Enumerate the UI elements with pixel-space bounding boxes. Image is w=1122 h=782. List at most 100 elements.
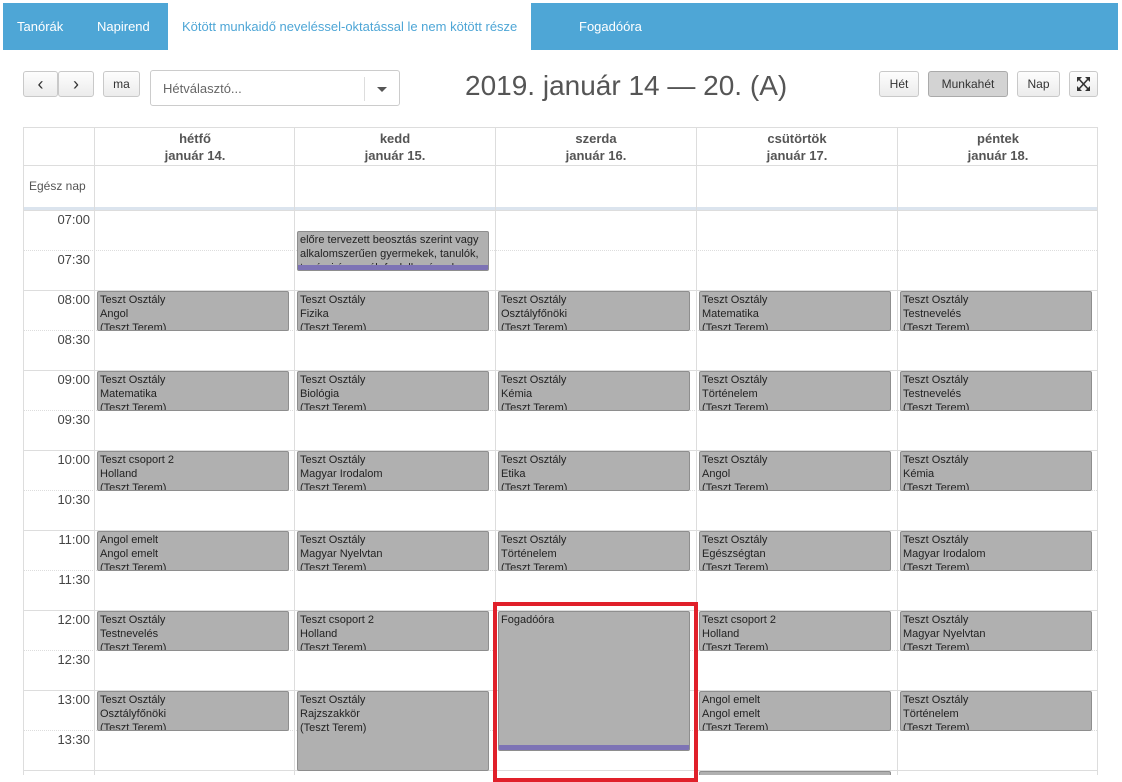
view-week-button[interactable]: Hét: [879, 71, 919, 97]
calendar-event[interactable]: Teszt Osztály Matematika (Teszt Terem): [97, 371, 289, 411]
calendar-event[interactable]: Teszt Osztály Kémia (Teszt Terem): [900, 451, 1092, 491]
event-text: Teszt Osztály Magyar Irodalom (Teszt Ter…: [903, 534, 986, 571]
prev-week-button[interactable]: ‹: [23, 71, 58, 97]
calendar-event[interactable]: Teszt Osztály Magyar Nyelvtan (Teszt Ter…: [900, 611, 1092, 651]
calendar-event[interactable]: Teszt Osztály Kémia (Teszt Terem): [498, 371, 690, 411]
calendar-event[interactable]: Angol emelt Angol emelt (Teszt Terem): [97, 531, 289, 571]
event-text: Teszt Osztály Magyar Irodalom (Teszt Ter…: [300, 454, 383, 491]
calendar-event[interactable]: Teszt csoport 2 Holland (Teszt Terem): [699, 611, 891, 651]
event-text: Teszt Osztály Osztályfőnöki (Teszt Terem…: [100, 694, 167, 731]
calendar-event[interactable]: Teszt Osztály Magyar Irodalom (Teszt Ter…: [297, 451, 489, 491]
calendar-event[interactable]: Teszt Osztály Fizika (Teszt Terem): [297, 291, 489, 331]
fullscreen-button[interactable]: [1069, 71, 1098, 97]
calendar-event[interactable]: Teszt Osztály Angol (Teszt Terem): [97, 291, 289, 331]
event-text: Teszt Osztály Angol (Teszt Terem): [100, 294, 167, 331]
event-text: Teszt Osztály Egészségtan (Teszt Terem): [702, 534, 769, 571]
tab-napirend[interactable]: Napirend: [83, 3, 164, 50]
expand-arrows-icon: [1077, 77, 1090, 91]
day-column-divider: [897, 165, 898, 775]
event-text: Teszt csoport 2 Holland (Teszt Terem): [702, 614, 776, 651]
view-workweek-button[interactable]: Munkahét: [928, 71, 1008, 97]
time-label: 11:00: [58, 532, 90, 547]
event-text: Teszt Osztály Testnevelés (Teszt Terem): [903, 294, 970, 331]
event-text: Angol emelt Angol emelt (Teszt Terem): [702, 694, 769, 731]
calendar-event[interactable]: Teszt Osztály Angol (Teszt Terem): [699, 451, 891, 491]
chevron-down-icon[interactable]: [364, 77, 399, 101]
week-select[interactable]: Hétválasztó...: [150, 70, 400, 106]
calendar-event[interactable]: Teszt Osztály Történelem (Teszt Terem): [900, 691, 1092, 731]
allday-row[interactable]: [24, 165, 1097, 211]
today-button[interactable]: ma: [103, 71, 140, 97]
calendar-event[interactable]: Teszt Osztály Történelem (Teszt Terem): [699, 371, 891, 411]
event-text: Teszt Osztály Történelem (Teszt Terem): [702, 374, 769, 411]
tab-kotott-munkaido[interactable]: Kötött munkaidő neveléssel-oktatással le…: [168, 3, 532, 50]
time-label: 12:30: [57, 652, 90, 667]
event-text: Teszt Osztály Biológia (Teszt Terem): [300, 374, 367, 411]
calendar-event[interactable]: Teszt Osztály Biológia (Teszt Terem): [297, 371, 489, 411]
day-column-divider: [495, 165, 496, 775]
calendar-event[interactable]: előre tervezett beosztás szerint vagy al…: [297, 231, 489, 271]
calendar-event[interactable]: Teszt csoport 2 Holland (Teszt Terem): [97, 451, 289, 491]
day-header-wednesday: szerda január 16.: [495, 128, 696, 165]
day-column-divider: [696, 165, 697, 775]
time-label: 12:00: [57, 612, 90, 627]
event-text: Teszt Osztály Történelem (Teszt Terem): [501, 534, 568, 571]
time-label: 08:00: [57, 292, 90, 307]
week-calendar: hétfő január 14. kedd január 15. szerda jan…: [23, 127, 1098, 775]
event-text: Teszt Osztály Osztályfőnöki (Teszt Terem…: [501, 294, 568, 331]
time-slot-line: [24, 250, 1097, 251]
calendar-event[interactable]: Teszt csoport 2 Holland (Teszt Terem): [297, 611, 489, 651]
calendar-event[interactable]: Teszt Osztály Magyar Nyelvtan (Teszt Ter…: [297, 531, 489, 571]
event-text: Fogadóóra: [501, 614, 555, 626]
calendar-event[interactable]: Teszt Osztály Etika (Teszt Terem): [498, 451, 690, 491]
time-slot-line: [24, 210, 1097, 211]
top-tab-bar: Tanórák Napirend Kötött munkaidő nevelés…: [3, 3, 1118, 50]
event-accent-bar: [499, 745, 689, 750]
calendar-event[interactable]: Teszt Osztály Testnevelés (Teszt Terem): [97, 611, 289, 651]
event-text: Teszt Osztály Fizika (Teszt Terem): [300, 294, 367, 331]
time-label: 08:30: [57, 332, 90, 347]
calendar-event[interactable]: Teszt Osztály Matematika (Teszt Terem): [699, 291, 891, 331]
calendar-event[interactable]: Teszt Osztály Osztályfőnöki (Teszt Terem…: [97, 691, 289, 731]
tab-fogadoora[interactable]: Fogadóóra: [565, 3, 656, 50]
event-text: Teszt Osztály Történelem (Teszt Terem): [903, 694, 970, 731]
page-title: 2019. január 14 — 20. (A): [465, 70, 788, 101]
event-text: Teszt Osztály Kémia (Teszt Terem): [501, 374, 568, 411]
next-week-button[interactable]: ›: [58, 71, 94, 97]
event-text: Teszt csoport 2 Holland (Teszt Terem): [300, 614, 374, 651]
time-label: 11:30: [58, 572, 90, 587]
calendar-event[interactable]: Teszt Osztály Testnevelés (Teszt Terem): [900, 371, 1092, 411]
calendar-event[interactable]: Teszt Osztály: [699, 771, 891, 775]
chevron-right-icon: ›: [73, 74, 79, 94]
view-day-button[interactable]: Nap: [1017, 71, 1060, 97]
time-label: 07:30: [57, 252, 90, 267]
event-text: Teszt Osztály Testnevelés (Teszt Terem): [100, 614, 167, 651]
allday-label: Egész nap: [29, 179, 86, 193]
event-text: Teszt Osztály Magyar Nyelvtan (Teszt Ter…: [300, 534, 383, 571]
event-text: Teszt Osztály Angol (Teszt Terem): [702, 454, 769, 491]
week-select-placeholder: Hétválasztó...: [163, 81, 242, 96]
time-label: 13:00: [57, 692, 90, 707]
calendar-event[interactable]: Teszt Osztály Osztályfőnöki (Teszt Terem…: [498, 291, 690, 331]
time-slot-line: [24, 770, 1097, 771]
tab-tanorak[interactable]: Tanórák: [3, 3, 77, 50]
event-text: Teszt Osztály Testnevelés (Teszt Terem): [903, 374, 970, 411]
time-label: 10:00: [57, 452, 90, 467]
event-text: Teszt csoport 2 Holland (Teszt Terem): [100, 454, 174, 491]
calendar-event[interactable]: Teszt Osztály Történelem (Teszt Terem): [498, 531, 690, 571]
calendar-event[interactable]: Teszt Osztály Egészségtan (Teszt Terem): [699, 531, 891, 571]
day-column-divider: [294, 165, 295, 775]
event-accent-bar: [298, 265, 488, 270]
calendar-event[interactable]: Teszt Osztály Rajzszakkör (Teszt Terem): [297, 691, 489, 771]
event-text: Teszt Osztály Etika (Teszt Terem): [501, 454, 568, 491]
day-header-friday: péntek január 18.: [897, 128, 1097, 165]
calendar-event[interactable]: Fogadóóra: [498, 611, 690, 751]
event-text: Teszt Osztály Matematika (Teszt Terem): [100, 374, 167, 411]
event-text: Angol emelt Angol emelt (Teszt Terem): [100, 534, 167, 571]
time-label: 07:00: [57, 212, 90, 227]
calendar-event[interactable]: Angol emelt Angol emelt (Teszt Terem): [699, 691, 891, 731]
calendar-event[interactable]: Teszt Osztály Magyar Irodalom (Teszt Ter…: [900, 531, 1092, 571]
event-text: Teszt Osztály Magyar Nyelvtan (Teszt Ter…: [903, 614, 986, 651]
calendar-event[interactable]: Teszt Osztály Testnevelés (Teszt Terem): [900, 291, 1092, 331]
time-label: 09:00: [57, 372, 90, 387]
